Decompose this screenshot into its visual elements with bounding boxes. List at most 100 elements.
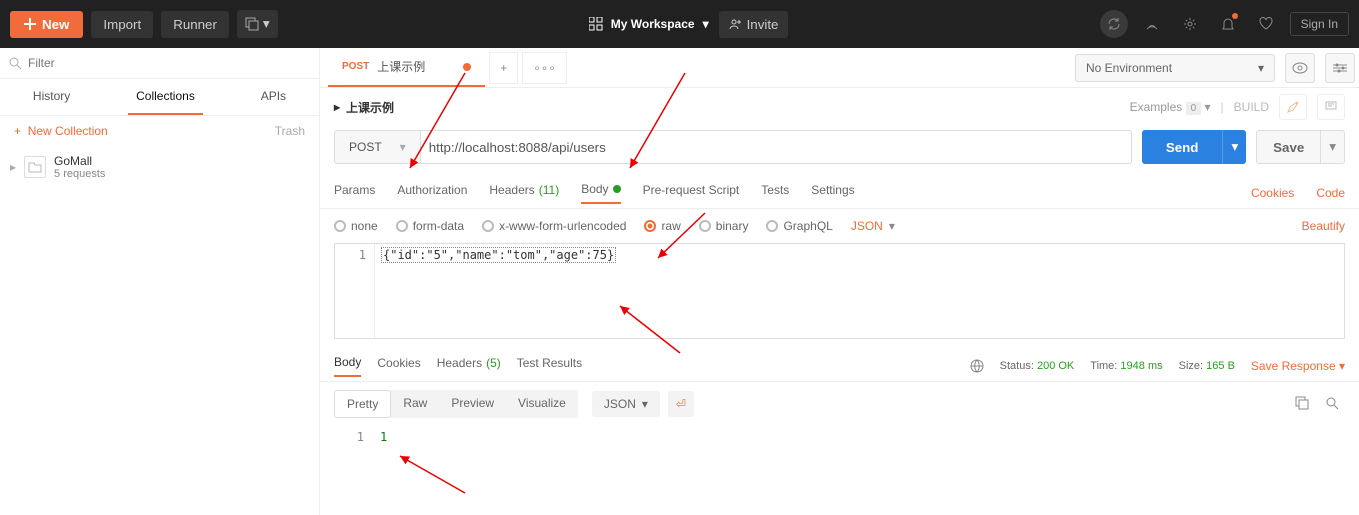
filter-input[interactable]	[28, 56, 311, 70]
resp-tab-cookies[interactable]: Cookies	[377, 356, 420, 376]
chevron-down-icon: ▾	[889, 219, 895, 233]
environment-label: No Environment	[1086, 61, 1172, 75]
globe-icon[interactable]	[970, 359, 984, 373]
subtab-body[interactable]: Body	[581, 182, 620, 204]
view-visualize[interactable]: Visualize	[506, 390, 578, 418]
new-button[interactable]: New	[10, 11, 83, 38]
save-response-button[interactable]: Save Response ▾	[1251, 359, 1345, 373]
examples-dropdown[interactable]: Examples 0 ▾	[1130, 100, 1211, 114]
resp-tab-body[interactable]: Body	[334, 355, 361, 377]
env-settings-button[interactable]	[1325, 53, 1355, 83]
chevron-right-icon: ▸	[334, 100, 340, 114]
env-quicklook-button[interactable]	[1285, 53, 1315, 83]
workspace-label: My Workspace	[611, 17, 695, 31]
invite-button[interactable]: Invite	[719, 11, 789, 38]
code-link[interactable]: Code	[1316, 186, 1345, 200]
tab-collections[interactable]: Collections	[128, 79, 203, 115]
body-indicator-dot	[613, 185, 621, 193]
signin-button[interactable]: Sign In	[1290, 12, 1349, 36]
new-label: New	[42, 17, 69, 32]
size: Size: 165 B	[1179, 360, 1235, 372]
line-number: 1	[335, 244, 375, 338]
examples-count: 0	[1186, 102, 1202, 115]
cookies-link[interactable]: Cookies	[1251, 186, 1294, 200]
new-collection-button[interactable]: + New Collection	[14, 124, 108, 138]
response-format-selector[interactable]: JSON ▾	[592, 391, 660, 417]
url-input[interactable]	[421, 130, 1132, 164]
tab-apis[interactable]: APIs	[253, 79, 294, 115]
body-graphql[interactable]: GraphQL	[766, 219, 832, 233]
new-window-button[interactable]: ▾	[237, 10, 278, 38]
subtab-headers[interactable]: Headers (11)	[489, 183, 559, 203]
body-format-selector[interactable]: JSON ▾	[851, 219, 895, 233]
subtab-tests[interactable]: Tests	[761, 183, 789, 203]
tab-title: 上课示例	[377, 58, 425, 75]
request-tabs: POST 上课示例 + ∘∘∘ No Environment ▾	[320, 48, 1359, 88]
body-none[interactable]: none	[334, 219, 378, 233]
tab-menu-button[interactable]: ∘∘∘	[522, 52, 567, 84]
subtab-params[interactable]: Params	[334, 183, 375, 203]
save-button[interactable]: Save	[1256, 130, 1321, 164]
annotation-arrow	[390, 448, 470, 498]
settings-icon[interactable]	[1176, 10, 1204, 38]
subtab-settings[interactable]: Settings	[811, 183, 854, 203]
notification-dot	[1232, 13, 1238, 19]
environment-selector[interactable]: No Environment ▾	[1075, 54, 1275, 82]
chevron-down-icon: ▾	[642, 397, 648, 411]
request-title[interactable]: ▸ 上课示例	[334, 99, 394, 116]
subtab-prerequest[interactable]: Pre-request Script	[643, 183, 740, 203]
tab-history[interactable]: History	[25, 79, 78, 115]
body-formdata[interactable]: form-data	[396, 219, 464, 233]
method-label: POST	[349, 140, 382, 154]
status: Status: 200 OK	[1000, 360, 1075, 372]
content: POST 上课示例 + ∘∘∘ No Environment ▾ ▸ 上课示例	[320, 48, 1359, 515]
chevron-down-icon: ▾	[263, 16, 270, 32]
chevron-right-icon: ▸	[10, 160, 16, 174]
build-label: BUILD	[1234, 100, 1269, 114]
view-mode-segment: Pretty Raw Preview Visualize	[334, 390, 578, 418]
collection-meta: 5 requests	[54, 168, 105, 180]
person-add-icon	[729, 18, 741, 30]
code-content: {"id":"5","name":"tom","age":75}	[375, 244, 622, 338]
workspace-selector[interactable]: My Workspace ▾	[589, 17, 709, 31]
body-editor[interactable]: 1 {"id":"5","name":"tom","age":75}	[334, 243, 1345, 339]
resp-tab-tests[interactable]: Test Results	[517, 356, 582, 376]
unsaved-dot	[463, 63, 471, 71]
windows-icon	[245, 17, 259, 31]
request-tab[interactable]: POST 上课示例	[328, 48, 485, 87]
search-response-icon[interactable]	[1319, 392, 1345, 417]
plus-icon	[24, 18, 36, 30]
wrap-lines-button[interactable]: ⏎	[668, 391, 694, 417]
beautify-link[interactable]: Beautify	[1302, 219, 1345, 233]
body-binary[interactable]: binary	[699, 219, 749, 233]
edit-icon[interactable]	[1279, 94, 1307, 120]
subtab-authorization[interactable]: Authorization	[397, 183, 467, 203]
heart-icon[interactable]	[1252, 10, 1280, 38]
copy-icon[interactable]	[1289, 392, 1315, 417]
satellite-icon[interactable]	[1138, 10, 1166, 38]
import-button[interactable]: Import	[91, 11, 153, 38]
send-button[interactable]: Send	[1142, 130, 1223, 164]
collection-name: GoMall	[54, 154, 105, 168]
view-raw[interactable]: Raw	[391, 390, 439, 418]
sync-icon[interactable]	[1100, 10, 1128, 38]
body-raw[interactable]: raw	[644, 219, 680, 233]
invite-label: Invite	[747, 17, 779, 32]
view-pretty[interactable]: Pretty	[334, 390, 391, 418]
resp-tab-headers[interactable]: Headers (5)	[437, 356, 501, 376]
chevron-down-icon: ▾	[703, 17, 709, 31]
comment-icon[interactable]	[1317, 94, 1345, 120]
runner-button[interactable]: Runner	[161, 11, 229, 38]
save-dropdown[interactable]: ▾	[1321, 130, 1345, 164]
filter-box	[0, 48, 319, 79]
trash-link[interactable]: Trash	[275, 124, 305, 138]
search-icon	[8, 56, 22, 70]
method-selector[interactable]: POST ▾	[334, 130, 421, 164]
send-dropdown[interactable]: ▾	[1222, 130, 1246, 164]
resp-line-number: 1	[334, 430, 374, 444]
notifications-icon[interactable]	[1214, 10, 1242, 38]
add-tab-button[interactable]: +	[489, 52, 518, 84]
collection-item[interactable]: ▸ GoMall 5 requests	[0, 146, 319, 188]
body-urlencoded[interactable]: x-www-form-urlencoded	[482, 219, 626, 233]
view-preview[interactable]: Preview	[439, 390, 506, 418]
